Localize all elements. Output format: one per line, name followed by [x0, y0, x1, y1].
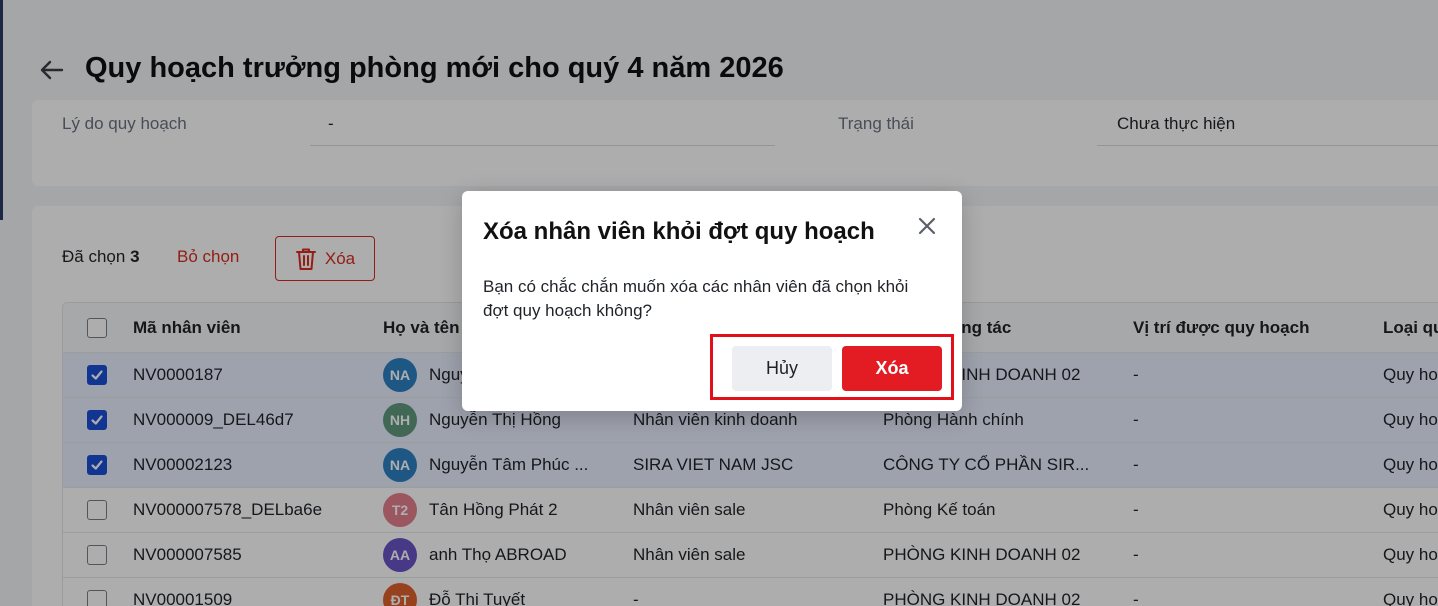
- delete-confirm-dialog: Xóa nhân viên khỏi đợt quy hoạch Bạn có …: [462, 191, 962, 411]
- confirm-delete-button[interactable]: Xóa: [842, 346, 942, 391]
- cancel-button[interactable]: Hủy: [732, 346, 832, 391]
- close-icon[interactable]: [916, 215, 938, 237]
- dialog-title: Xóa nhân viên khỏi đợt quy hoạch: [483, 218, 875, 245]
- dialog-message: Bạn có chắc chắn muốn xóa các nhân viên …: [483, 277, 909, 320]
